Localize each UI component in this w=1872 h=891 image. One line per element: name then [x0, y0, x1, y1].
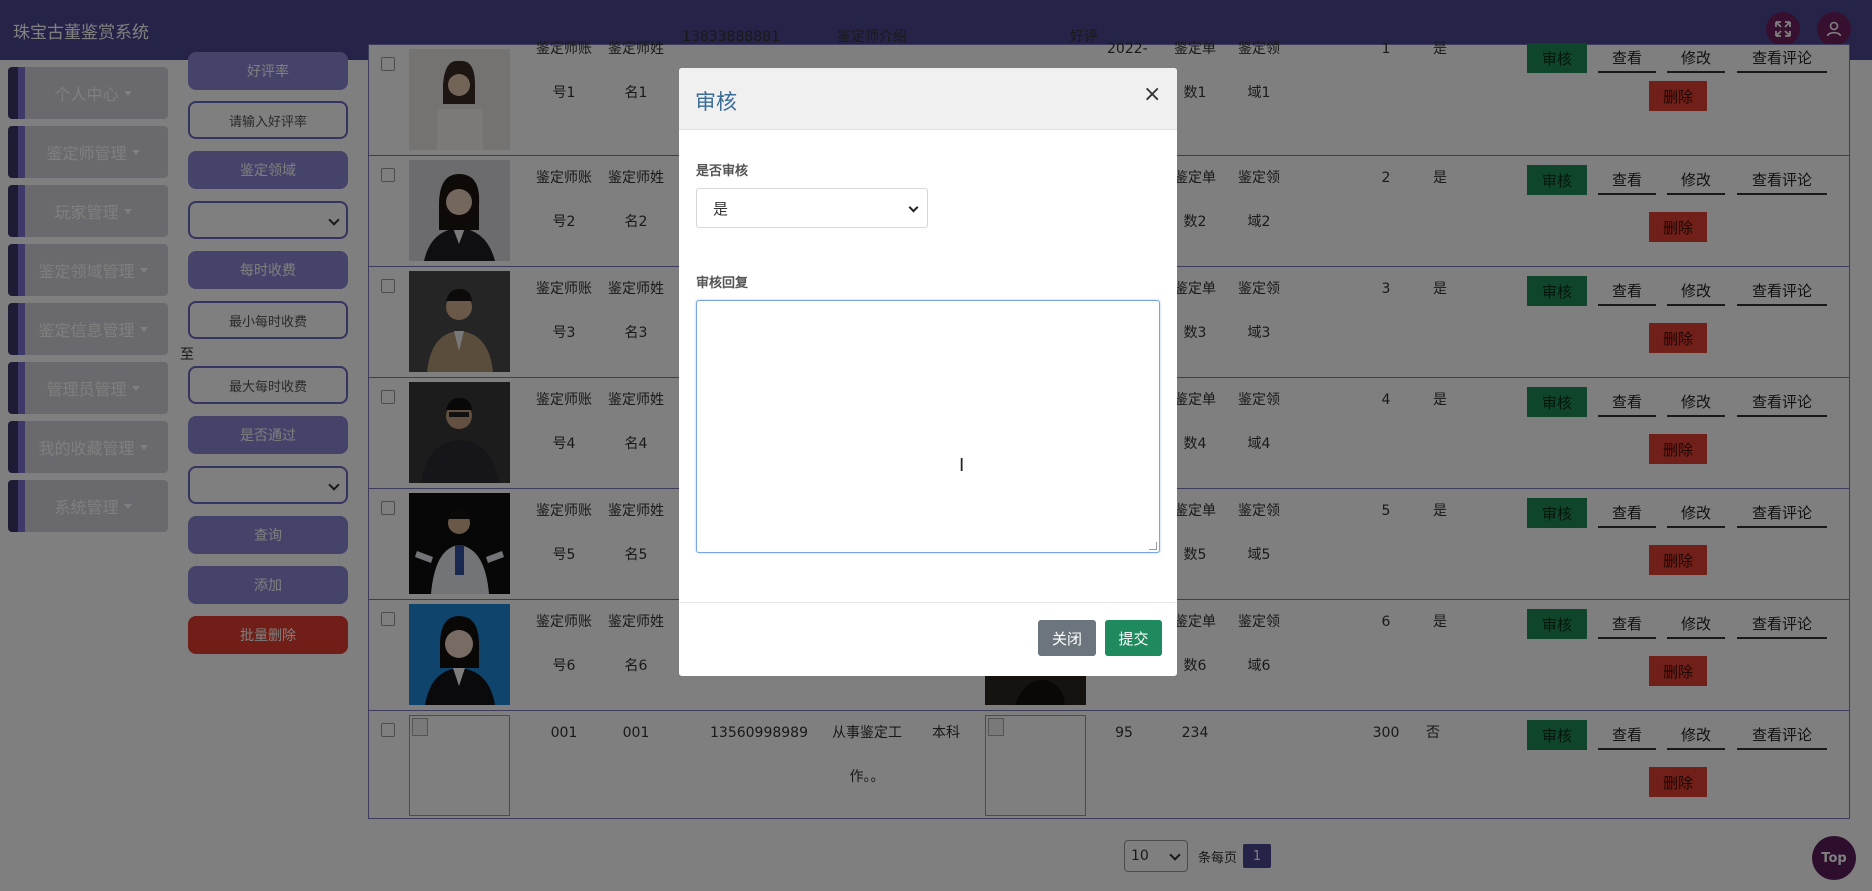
modal-footer: 关闭 提交: [679, 602, 1177, 676]
modal-header: 审核 ×: [679, 68, 1177, 130]
audit-status-select[interactable]: 是: [696, 188, 928, 228]
close-button[interactable]: 关闭: [1038, 620, 1096, 656]
audit-reply-textarea[interactable]: [696, 300, 1160, 553]
close-icon[interactable]: ×: [1143, 84, 1161, 106]
audit-status-label: 是否审核: [696, 164, 749, 179]
modal-title: 审核: [695, 90, 737, 114]
submit-button[interactable]: 提交: [1105, 620, 1162, 656]
resize-handle-icon[interactable]: [1149, 542, 1157, 550]
audit-modal: 审核 × 是否审核 是 审核回复 关闭 提交: [679, 68, 1177, 676]
text-cursor-icon: I: [959, 455, 965, 476]
audit-reply-label: 审核回复: [696, 276, 749, 291]
